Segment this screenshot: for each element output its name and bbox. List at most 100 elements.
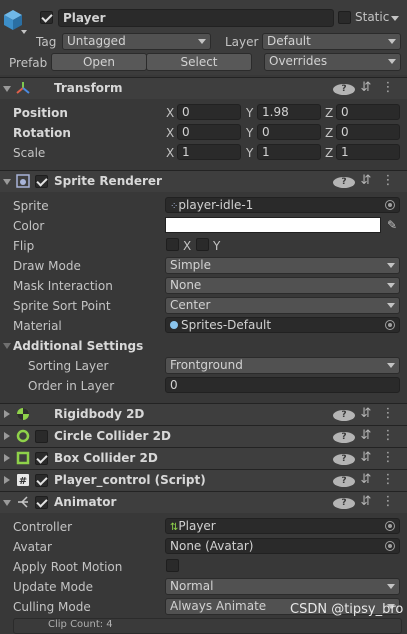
circle-collider-2d-header[interactable]: Circle Collider 2D ? ⇵ ⋮ <box>0 425 407 447</box>
animator-icon <box>18 496 28 508</box>
foldout-arrow-icon[interactable] <box>4 476 10 484</box>
color-swatch[interactable] <box>165 217 381 233</box>
help-icon[interactable]: ? <box>333 428 355 443</box>
foldout-arrow-icon[interactable] <box>3 86 11 92</box>
position-y-axis[interactable]: Y <box>246 106 253 120</box>
rotation-x-input[interactable]: 0 <box>177 124 241 140</box>
object-picker-icon[interactable] <box>385 541 395 551</box>
scale-y-axis[interactable]: Y <box>246 146 253 160</box>
foldout-arrow-icon[interactable] <box>3 500 11 506</box>
tag-dropdown[interactable]: Untagged <box>62 33 211 50</box>
help-icon[interactable]: ? <box>333 494 355 509</box>
more-menu-icon[interactable]: ⋮ <box>377 428 399 443</box>
more-menu-icon[interactable]: ⋮ <box>377 494 399 509</box>
box-collider-enabled-checkbox[interactable] <box>35 452 48 465</box>
rigidbody-2d-header[interactable]: Rigidbody 2D ? ⇵ ⋮ <box>0 403 407 425</box>
scale-y-input[interactable]: 1 <box>257 144 321 160</box>
sorting-layer-label: Sorting Layer <box>28 359 109 373</box>
scale-x-axis[interactable]: X <box>166 146 174 160</box>
active-checkbox[interactable] <box>40 11 53 24</box>
animator-enabled-checkbox[interactable] <box>35 496 48 509</box>
sprite-sort-point-dropdown[interactable]: Center <box>165 297 400 314</box>
more-menu-icon[interactable]: ⋮ <box>377 450 399 465</box>
foldout-arrow-icon[interactable] <box>4 454 10 462</box>
culling-mode-label: Culling Mode <box>13 600 91 614</box>
animator-header[interactable]: Animator ? ⇵ ⋮ <box>0 491 407 513</box>
rotation-x-axis[interactable]: X <box>166 126 174 140</box>
sprite-object-field[interactable]: ⁘player-idle-1 <box>165 197 400 213</box>
presets-icon[interactable]: ⇵ <box>355 406 377 421</box>
foldout-arrow-icon[interactable] <box>4 432 10 440</box>
transform-header[interactable]: Transform ? ⇵ ⋮ <box>0 77 407 99</box>
position-x-input[interactable]: 0 <box>177 104 241 120</box>
avatar-object-field[interactable]: None (Avatar) <box>165 538 400 554</box>
help-icon[interactable]: ? <box>333 450 355 465</box>
position-y-input[interactable]: 1.98 <box>257 104 321 120</box>
mask-interaction-dropdown[interactable]: None <box>165 277 400 294</box>
apply-root-motion-checkbox[interactable] <box>166 559 179 572</box>
player-control-script-header[interactable]: # Player_control (Script) ? ⇵ ⋮ <box>0 469 407 491</box>
sorting-layer-dropdown[interactable]: Frontground <box>165 357 400 374</box>
draw-mode-dropdown[interactable]: Simple <box>165 257 400 274</box>
prefab-overrides-dropdown[interactable]: Overrides <box>264 53 401 71</box>
material-object-field[interactable]: Sprites-Default <box>165 317 400 333</box>
object-name-input[interactable]: Player <box>58 9 334 27</box>
help-icon[interactable]: ? <box>333 173 355 188</box>
rotation-z-axis[interactable]: Z <box>325 126 333 140</box>
order-in-layer-input[interactable]: 0 <box>165 377 400 393</box>
circle-collider-enabled-checkbox[interactable] <box>35 430 48 443</box>
chevron-down-icon <box>387 263 395 268</box>
position-z-input[interactable]: 0 <box>336 104 400 120</box>
help-icon[interactable]: ? <box>333 472 355 487</box>
scale-x-input[interactable]: 1 <box>177 144 241 160</box>
sprite-renderer-header[interactable]: Sprite Renderer ? ⇵ ⋮ <box>0 170 407 192</box>
rotation-z-input[interactable]: 0 <box>336 124 400 140</box>
presets-icon[interactable]: ⇵ <box>355 494 377 509</box>
sprite-renderer-enabled-checkbox[interactable] <box>35 175 48 188</box>
position-z-axis[interactable]: Z <box>325 106 333 120</box>
scale-z-axis[interactable]: Z <box>325 146 333 160</box>
position-x-axis[interactable]: X <box>166 106 174 120</box>
rotation-y-axis[interactable]: Y <box>246 126 253 140</box>
controller-object-field[interactable]: ⇅Player <box>165 518 400 534</box>
object-picker-icon[interactable] <box>385 200 395 210</box>
presets-icon[interactable]: ⇵ <box>355 173 377 188</box>
icon-dropdown-arrow-icon[interactable] <box>21 30 27 34</box>
sprite-value: player-idle-1 <box>178 198 254 212</box>
help-icon[interactable]: ? <box>333 80 355 95</box>
flip-y-checkbox[interactable] <box>196 238 209 251</box>
gameobject-cube-icon[interactable] <box>2 8 24 32</box>
presets-icon[interactable]: ⇵ <box>355 80 377 95</box>
additional-settings-foldout-icon[interactable] <box>3 343 11 349</box>
static-label[interactable]: Static <box>355 10 389 24</box>
flip-x-checkbox[interactable] <box>166 238 179 251</box>
more-menu-icon[interactable]: ⋮ <box>377 173 399 188</box>
player-control-enabled-checkbox[interactable] <box>35 474 48 487</box>
foldout-arrow-icon[interactable] <box>3 179 11 185</box>
foldout-arrow-icon[interactable] <box>4 410 10 418</box>
layer-value: Default <box>267 34 311 48</box>
prefab-select-button[interactable]: Select <box>146 53 252 71</box>
rotation-label: Rotation <box>13 126 71 140</box>
object-picker-icon[interactable] <box>385 521 395 531</box>
presets-icon[interactable]: ⇵ <box>355 450 377 465</box>
more-menu-icon[interactable]: ⋮ <box>377 80 399 95</box>
additional-settings-label[interactable]: Additional Settings <box>13 339 143 353</box>
eyedropper-icon[interactable]: ✎ <box>385 217 399 233</box>
presets-icon[interactable]: ⇵ <box>355 428 377 443</box>
more-menu-icon[interactable]: ⋮ <box>377 472 399 487</box>
help-icon[interactable]: ? <box>333 406 355 421</box>
update-mode-dropdown[interactable]: Normal <box>165 578 400 595</box>
order-in-layer-label: Order in Layer <box>28 379 115 393</box>
more-menu-icon[interactable]: ⋮ <box>377 406 399 421</box>
box-collider-2d-header[interactable]: Box Collider 2D ? ⇵ ⋮ <box>0 447 407 469</box>
presets-icon[interactable]: ⇵ <box>355 472 377 487</box>
object-picker-icon[interactable] <box>385 320 395 330</box>
static-checkbox[interactable] <box>338 11 351 24</box>
scale-z-input[interactable]: 1 <box>336 144 400 160</box>
prefab-open-button[interactable]: Open <box>51 53 147 71</box>
scale-label: Scale <box>13 146 46 160</box>
layer-dropdown[interactable]: Default <box>262 33 401 50</box>
static-dropdown-arrow-icon[interactable] <box>391 16 399 21</box>
rotation-y-input[interactable]: 0 <box>257 124 321 140</box>
